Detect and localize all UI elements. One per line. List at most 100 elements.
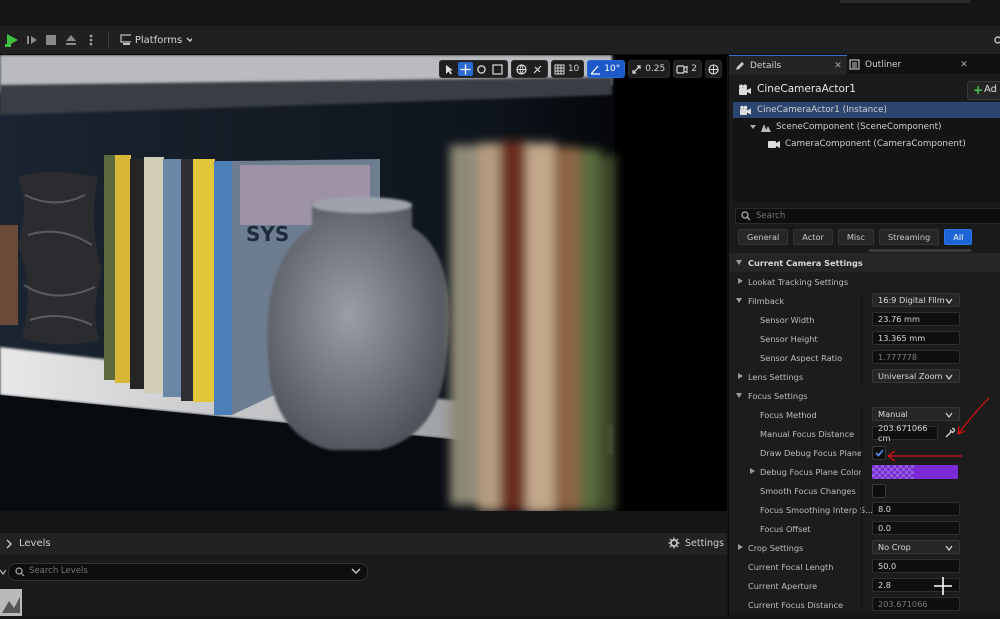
collapse-icon[interactable] — [0, 568, 6, 576]
prop-draw-debug-focus-plane[interactable]: Draw Debug Focus Plane — [729, 443, 1000, 463]
tab-details[interactable]: Details ✕ — [729, 55, 847, 75]
prop-label: Lens Settings — [748, 371, 804, 382]
prop-sensor-width[interactable]: Sensor Width 23.76 mm — [729, 310, 1000, 330]
settings-button[interactable] — [990, 31, 1000, 49]
prop-focus-method[interactable]: Focus Method Manual — [729, 405, 1000, 425]
column-divider — [861, 348, 862, 367]
close-icon[interactable]: ✕ — [834, 61, 842, 71]
play-button[interactable] — [3, 31, 21, 49]
eject-button[interactable] — [63, 31, 79, 49]
prop-current-focal-length[interactable]: Current Focal Length 50.0 — [729, 557, 1000, 577]
prop-lookat-tracking[interactable]: Lookat Tracking Settings — [729, 272, 1000, 292]
prop-filmback[interactable]: Filmback 16:9 Digital Film — [729, 291, 1000, 311]
filter-general[interactable]: General — [738, 229, 789, 245]
prop-label: Debug Focus Plane Color — [760, 466, 862, 477]
filter-all[interactable]: All — [944, 229, 973, 245]
levels-settings-button[interactable]: Settings — [668, 537, 724, 549]
level-viewport[interactable]: SYS 10 10° 0.25 2 — [0, 55, 727, 511]
prop-smooth-focus-changes[interactable]: Smooth Focus Changes — [729, 481, 1000, 501]
prop-focus-settings[interactable]: Focus Settings — [729, 386, 1000, 406]
focus-interp-input[interactable]: 8.0 — [872, 502, 960, 516]
eyedropper-icon[interactable] — [944, 427, 956, 439]
filter-streaming[interactable]: Streaming — [878, 229, 940, 245]
camera-speed-group[interactable]: 2 — [673, 60, 702, 78]
column-divider — [861, 500, 862, 519]
prop-debug-focus-plane-color[interactable]: Debug Focus Plane Color — [729, 462, 1000, 482]
viewport-toolbar: 10 10° 0.25 2 — [438, 59, 722, 79]
prop-label: Current Aperture — [748, 580, 818, 591]
world-space-button[interactable] — [514, 62, 529, 76]
levels-search-input[interactable] — [29, 565, 329, 577]
cursor-icon — [446, 64, 454, 74]
scale-mode-button[interactable] — [490, 62, 505, 76]
tree-item-label: CameraComponent (CameraComponent) — [785, 139, 966, 149]
prop-focus-offset[interactable]: Focus Offset 0.0 — [729, 519, 1000, 539]
chevron-down-icon — [945, 374, 953, 380]
sensor-width-input[interactable]: 23.76 mm — [872, 312, 960, 326]
select-mode-button[interactable] — [442, 62, 457, 76]
focal-length-input[interactable]: 50.0 — [872, 559, 960, 573]
close-icon[interactable]: ✕ — [960, 60, 968, 70]
grid-snap-value: 10 — [567, 64, 580, 74]
draw-debug-checkbox[interactable] — [872, 446, 886, 460]
tab-outliner[interactable]: Outliner ✕ — [843, 55, 999, 74]
rotate-mode-button[interactable] — [474, 62, 489, 76]
focus-offset-input[interactable]: 0.0 — [872, 521, 960, 535]
chevron-down-icon[interactable] — [351, 568, 361, 576]
crop-dropdown[interactable]: No Crop — [872, 540, 960, 554]
chevron-down-icon[interactable] — [749, 123, 757, 131]
manual-focus-input[interactable]: 203.671066 cm — [872, 423, 938, 443]
debug-color-swatch[interactable] — [872, 465, 958, 479]
toolbar-separator — [108, 32, 109, 48]
levels-settings-label: Settings — [685, 537, 724, 549]
levels-panel: Levels Settings — [0, 533, 727, 616]
levels-search-field[interactable] — [8, 563, 368, 581]
rotate-icon — [477, 64, 486, 74]
prop-sensor-height[interactable]: Sensor Height 13.365 mm — [729, 329, 1000, 349]
details-search-input[interactable] — [756, 210, 986, 221]
sensor-height-input[interactable]: 13.365 mm — [872, 331, 960, 345]
filter-misc[interactable]: Misc — [837, 229, 874, 245]
grid-snap-group[interactable]: 10 — [550, 60, 585, 78]
details-search-field[interactable] — [735, 208, 1000, 224]
prop-focus-smoothing-interp[interactable]: Focus Smoothing Interp S... 8.0 — [729, 500, 1000, 520]
lens-dropdown[interactable]: Universal Zoom — [872, 369, 960, 383]
scale-snap-group[interactable]: 0.25 — [628, 60, 671, 78]
chevron-right-icon[interactable] — [5, 539, 13, 549]
focus-method-dropdown[interactable]: Manual — [872, 407, 960, 421]
scene-component-icon — [761, 123, 771, 132]
prop-current-aperture[interactable]: Current Aperture 2.8 — [729, 576, 1000, 596]
viewport-layout-button[interactable] — [705, 60, 722, 78]
surface-snap-button[interactable] — [530, 62, 545, 76]
globe-icon — [516, 63, 527, 75]
translate-mode-button[interactable] — [457, 62, 473, 76]
prop-label: Focus Smoothing Interp S... — [760, 504, 873, 515]
platforms-button[interactable]: Platforms — [120, 31, 192, 49]
tree-item-scene-component[interactable]: SceneComponent (SceneComponent) — [733, 119, 1000, 135]
smooth-focus-checkbox[interactable] — [872, 484, 886, 498]
property-list: Current Camera Settings Lookat Tracking … — [729, 253, 1000, 616]
play-options-button[interactable] — [84, 31, 98, 49]
column-divider — [861, 576, 862, 595]
rotation-snap-group[interactable]: 10° — [587, 60, 626, 78]
column-divider — [861, 329, 862, 348]
level-thumbnail[interactable] — [0, 589, 22, 616]
prop-crop-settings[interactable]: Crop Settings No Crop — [729, 538, 1000, 558]
prop-lens-settings[interactable]: Lens Settings Universal Zoom — [729, 367, 1000, 387]
scroll-indicator — [869, 249, 971, 252]
scale-snap-value: 0.25 — [645, 64, 666, 74]
tree-item-camera-component[interactable]: CameraComponent (CameraComponent) — [733, 136, 1000, 152]
aperture-input[interactable]: 2.8 — [872, 578, 960, 592]
add-component-button[interactable]: + Ad — [967, 81, 1000, 100]
stop-button[interactable] — [43, 31, 59, 49]
camera-speed-value: 2 — [691, 64, 697, 74]
filmback-dropdown[interactable]: 16:9 Digital Film — [872, 293, 960, 307]
tree-item-instance[interactable]: CineCameraActor1 (Instance) — [733, 102, 1000, 118]
prop-label: Focus Offset — [760, 523, 811, 534]
filter-actor[interactable]: Actor — [793, 229, 833, 245]
step-button[interactable] — [24, 31, 40, 49]
prop-label: Sensor Height — [760, 333, 818, 344]
checkmark-icon — [874, 449, 884, 457]
prop-manual-focus-distance[interactable]: Manual Focus Distance 203.671066 cm — [729, 423, 1000, 444]
category-current-camera-settings[interactable]: Current Camera Settings — [729, 253, 1000, 273]
